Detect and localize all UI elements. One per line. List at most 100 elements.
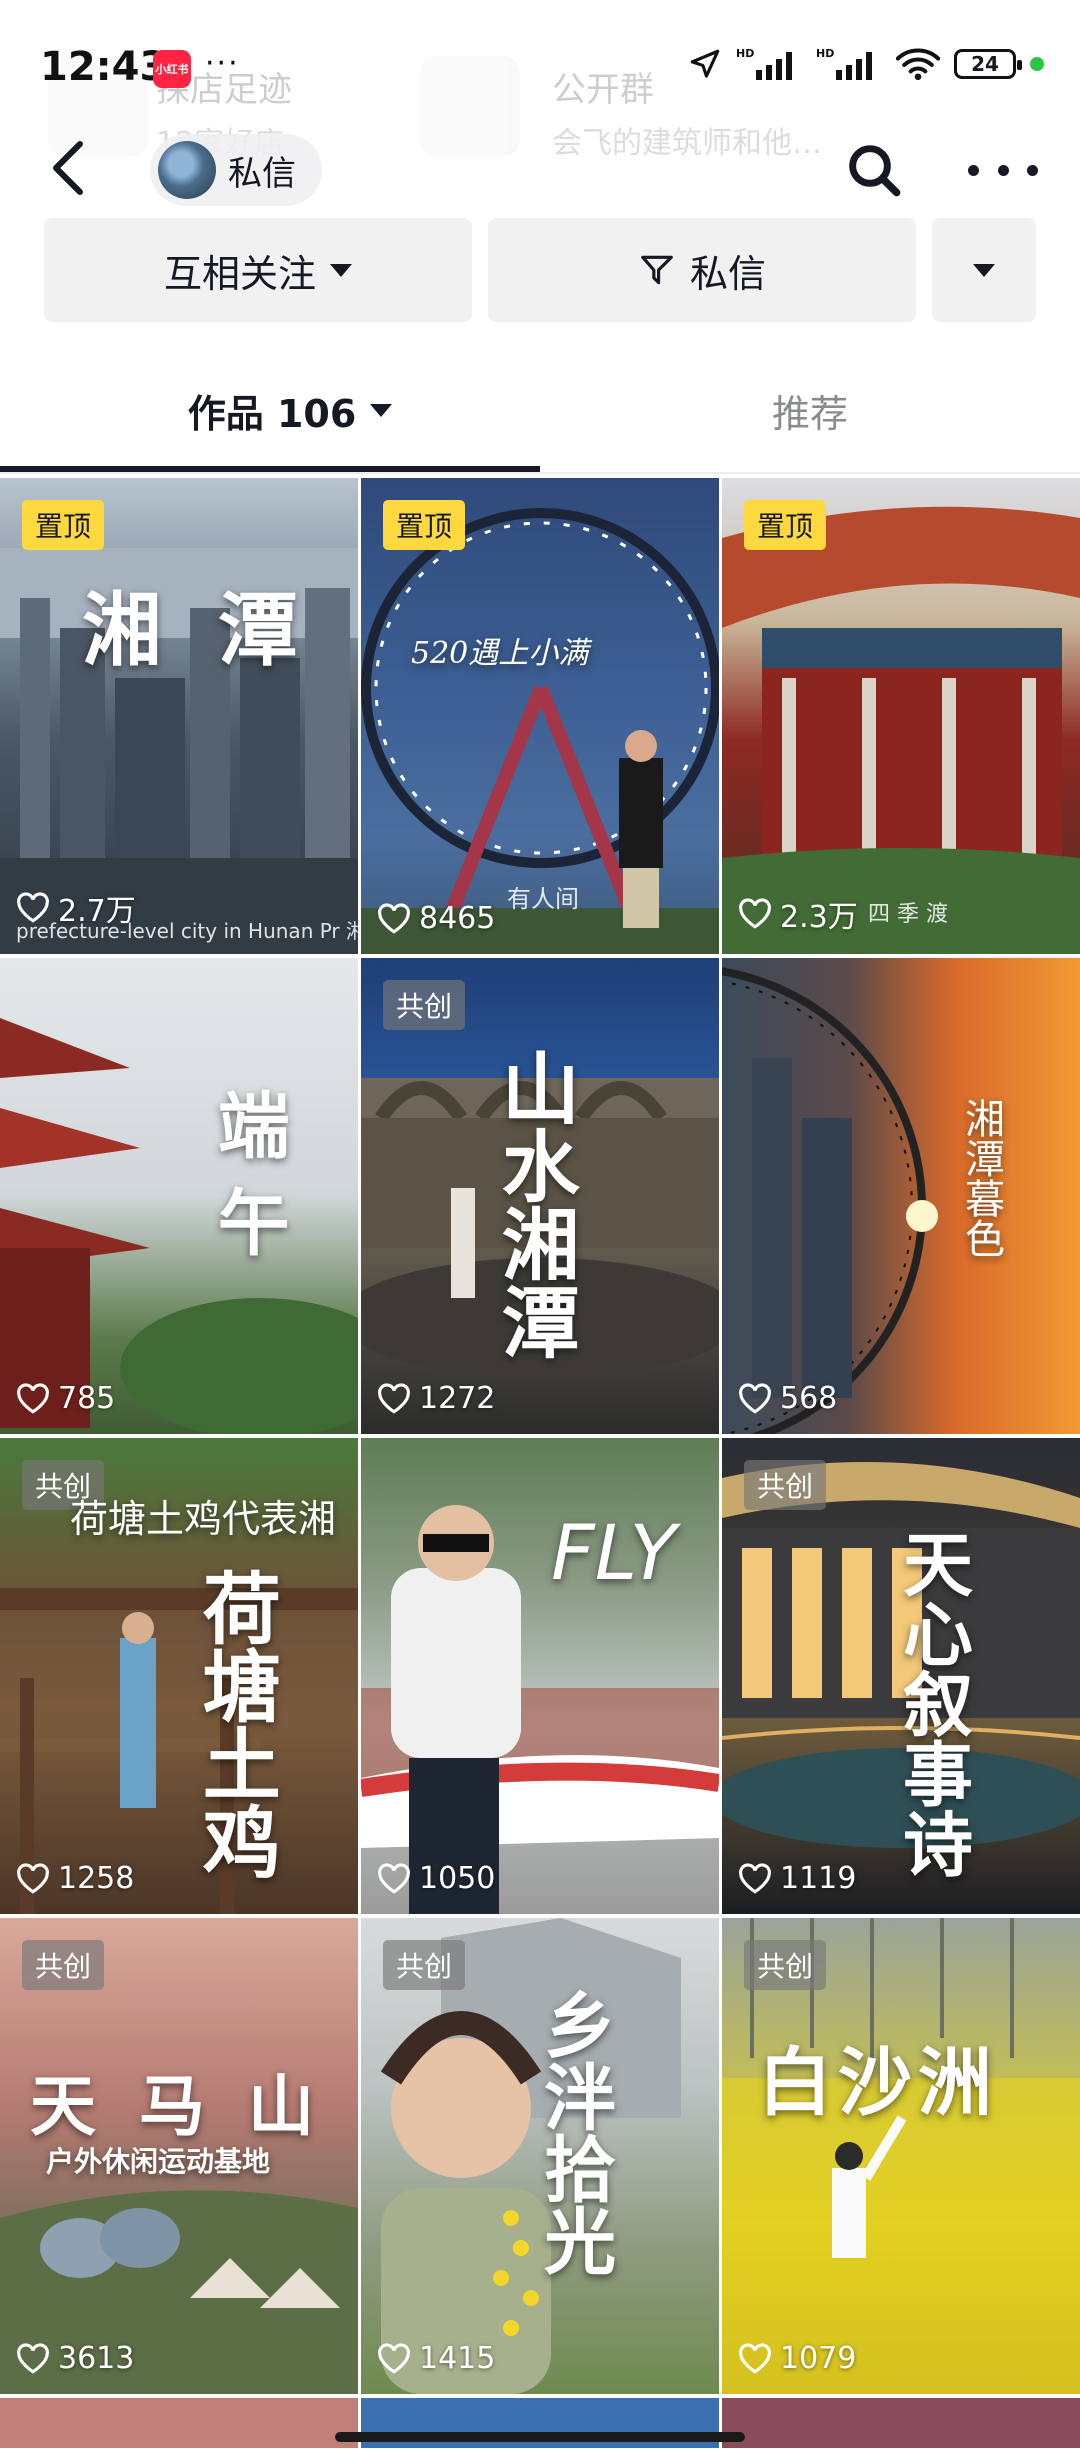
more-dot-icon	[1027, 164, 1038, 176]
mutual-follow-button[interactable]: 互相关注	[44, 218, 472, 322]
tab-works[interactable]: 作品 106	[0, 350, 580, 470]
sunset-wheel-image	[722, 967, 938, 1434]
heart-icon	[739, 1382, 771, 1414]
status-icons: HD HD 24	[688, 46, 1044, 82]
heart-icon	[17, 892, 49, 923]
tabs-divider	[0, 472, 1080, 474]
heart-icon	[378, 1382, 410, 1414]
signal-hd-icon-2: HD	[816, 47, 872, 80]
cocreate-badge: 共创	[383, 1940, 466, 1990]
tile-title: 湘潭暮色	[958, 1098, 1004, 1258]
heart-icon	[739, 1862, 771, 1894]
heart-icon	[378, 1862, 410, 1894]
like-count: 785	[16, 1381, 115, 1416]
tab-recommend-label: 推荐	[771, 391, 848, 436]
like-count: 568	[738, 1381, 837, 1416]
tile-title: 天 马 山	[30, 2067, 324, 2145]
cocreate-badge: 共创	[744, 1460, 827, 1510]
like-count-value: 8465	[419, 901, 496, 936]
tab-works-label: 作品 106	[187, 391, 357, 436]
svg-text:HD: HD	[816, 47, 834, 60]
video-tile[interactable]: 共创 山水湘潭 1272	[361, 958, 719, 1434]
video-tile[interactable]: 置顶 520遇上小满 有人间 8465	[361, 478, 719, 954]
like-count-value: 1415	[419, 2341, 496, 2376]
like-count: 2.3万	[738, 892, 858, 936]
video-tile[interactable]: FLY 1050	[361, 1438, 719, 1914]
like-count-value: 1258	[58, 1861, 135, 1896]
content-tabs: 作品 106 推荐	[0, 350, 1080, 475]
video-tile[interactable]	[722, 2398, 1080, 2448]
location-arrow-icon	[690, 49, 720, 78]
like-count: 2.7万	[16, 886, 136, 930]
like-count: 1258	[16, 1861, 134, 1896]
tile-title: 端 午	[205, 1088, 291, 1258]
search-icon	[849, 145, 901, 197]
video-tile[interactable]: 湘潭暮色 568	[722, 958, 1080, 1434]
notification-more-icon: ···	[205, 46, 240, 81]
status-time: 12:43	[40, 44, 168, 90]
status-bar: 12:43 小红书 ··· HD HD 24	[0, 0, 1080, 140]
heart-icon	[739, 2342, 771, 2374]
tile-subtitle: 荷塘土鸡代表湘	[70, 1497, 337, 1541]
tile-title: 520遇上小满	[411, 636, 589, 671]
expand-button[interactable]	[932, 218, 1036, 322]
tile-title: 白沙洲	[758, 2040, 998, 2126]
video-tile[interactable]: 置顶 湘 潭 prefecture-level city in Hunan Pr…	[0, 478, 358, 954]
privacy-indicator-dot	[1030, 57, 1044, 71]
message-button-label: 私信	[689, 251, 766, 296]
video-tile[interactable]	[0, 2398, 358, 2448]
wifi-icon	[896, 48, 940, 81]
heart-icon	[17, 1862, 49, 1894]
home-indicator[interactable]	[335, 2432, 745, 2442]
like-count-value: 1079	[780, 2341, 857, 2376]
like-count-value: 2.3万	[780, 900, 858, 935]
tile-title: 天心叙事诗	[891, 1528, 975, 1878]
like-count: 1079	[738, 2341, 856, 2376]
top-nav: 私信	[0, 120, 1080, 220]
chevron-left-icon	[53, 141, 83, 195]
video-tile[interactable]: 共创 乡泮拾光 1415	[361, 1918, 719, 2394]
video-tile[interactable]: 共创 荷塘土鸡代表湘 荷塘土鸡 1258	[0, 1438, 358, 1914]
more-dot-icon	[997, 164, 1009, 176]
like-count-value: 1050	[419, 1861, 496, 1896]
cocreate-badge: 共创	[383, 980, 466, 1030]
caret-down-icon	[370, 403, 393, 417]
pinned-badge: 置顶	[383, 500, 466, 550]
avatar	[158, 141, 216, 199]
like-count-value: 1119	[780, 1861, 857, 1896]
more-options-button[interactable]	[968, 140, 1038, 200]
heart-icon	[378, 902, 410, 934]
tile-title: 湘 潭	[82, 583, 312, 677]
like-count-value: 3613	[58, 2341, 135, 2376]
video-tile[interactable]: 共创 白沙洲 1079	[722, 1918, 1080, 2394]
heart-icon	[17, 2342, 49, 2374]
search-button[interactable]	[842, 138, 906, 202]
svg-text:HD: HD	[736, 47, 754, 60]
pinned-badge: 置顶	[744, 500, 827, 550]
profile-actions: 互相关注 私信	[0, 218, 1080, 322]
message-button[interactable]: 私信	[488, 218, 916, 322]
like-count: 3613	[16, 2341, 134, 2376]
avatar-message-pill[interactable]: 私信	[150, 134, 322, 206]
back-button[interactable]	[38, 138, 98, 198]
tab-recommend[interactable]: 推荐	[540, 350, 1080, 470]
like-count-value: 568	[780, 1381, 838, 1416]
tile-title: FLY	[551, 1508, 677, 1597]
like-count: 8465	[377, 901, 495, 936]
tile-caption: 有人间	[507, 885, 579, 913]
cocreate-badge: 共创	[22, 1940, 105, 1990]
mutual-follow-label: 互相关注	[163, 251, 316, 296]
like-count-value: 1272	[419, 1381, 496, 1416]
tile-caption: 四 季 渡	[868, 902, 948, 927]
video-tile[interactable]: 共创 天 马 山 户外休闲运动基地 3613	[0, 1918, 358, 2394]
like-count: 1272	[377, 1381, 495, 1416]
video-tile[interactable]: 端 午 785	[0, 958, 358, 1434]
heart-icon	[17, 1382, 49, 1414]
video-tile[interactable]: 置顶 四 季 渡 2.3万	[722, 478, 1080, 954]
pinned-badge: 置顶	[22, 500, 105, 550]
battery-icon: 24	[954, 49, 1022, 79]
like-count: 1119	[738, 1861, 856, 1896]
caret-down-icon	[330, 263, 352, 277]
cocreate-badge: 共创	[744, 1940, 827, 1990]
video-tile[interactable]: 共创 天心叙事诗 1119	[722, 1438, 1080, 1914]
